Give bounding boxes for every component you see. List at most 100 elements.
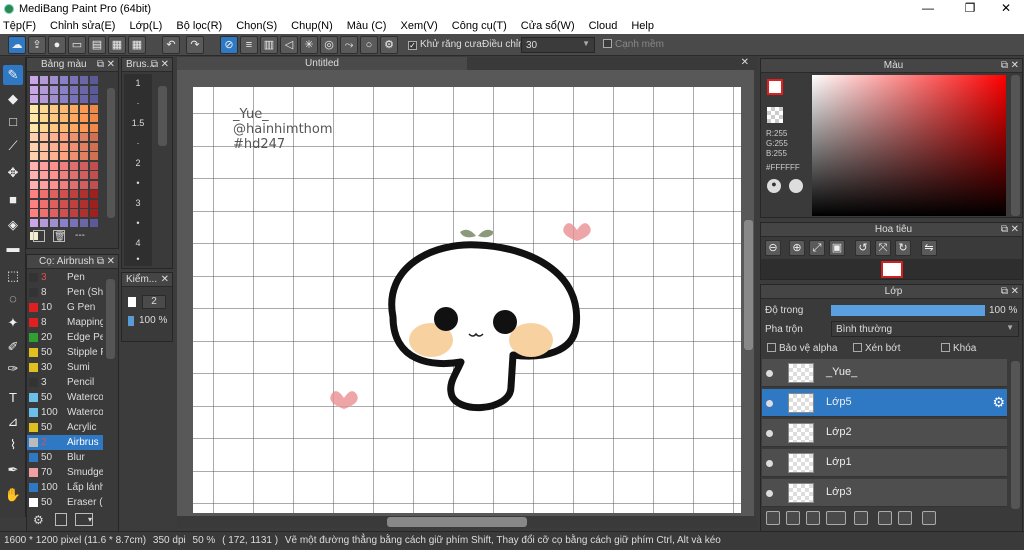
close-panel-icon[interactable]: ✕ bbox=[107, 255, 115, 269]
palette-swatch[interactable] bbox=[40, 180, 48, 189]
palette-swatch[interactable] bbox=[90, 142, 98, 151]
size-1[interactable]: 1 bbox=[124, 78, 152, 88]
palette-swatch[interactable] bbox=[60, 190, 68, 198]
cross-snap-icon[interactable]: ▥ bbox=[260, 36, 278, 54]
palette-swatch[interactable] bbox=[90, 180, 98, 189]
menu-cloud[interactable]: Cloud bbox=[589, 20, 618, 32]
palette-swatch[interactable] bbox=[90, 199, 98, 208]
menu-help[interactable]: Help bbox=[631, 20, 654, 32]
reset-rotate-icon[interactable]: ⤧ bbox=[875, 240, 891, 256]
palette-swatch[interactable] bbox=[40, 133, 48, 141]
palette-swatch[interactable] bbox=[80, 85, 88, 94]
palette-swatch[interactable] bbox=[60, 133, 68, 141]
visibility-icon[interactable] bbox=[766, 460, 773, 467]
palette-swatch[interactable] bbox=[50, 76, 58, 84]
new-halftone-layer-icon[interactable] bbox=[786, 511, 800, 525]
protect-alpha-option[interactable]: Bảo vệ alpha bbox=[767, 343, 837, 354]
palette-swatch[interactable] bbox=[30, 95, 38, 103]
palette-swatch[interactable] bbox=[70, 152, 78, 160]
palette-swatch[interactable] bbox=[60, 171, 68, 179]
menu-tools[interactable]: Công cụ(T) bbox=[452, 20, 507, 32]
brush-item[interactable]: 50 Eraser ( bbox=[27, 495, 103, 510]
cloud-icon[interactable]: ☁ bbox=[8, 36, 26, 54]
size-dot[interactable]: • bbox=[124, 178, 152, 188]
palette-swatch[interactable] bbox=[70, 104, 78, 113]
palette-swatch[interactable] bbox=[30, 190, 38, 198]
size-dot[interactable]: · bbox=[124, 138, 152, 148]
palette-swatch[interactable] bbox=[60, 85, 68, 94]
navigator-preview[interactable] bbox=[761, 259, 1022, 279]
new-layer-icon[interactable] bbox=[766, 511, 780, 525]
brush-item[interactable]: 3 Pencil bbox=[27, 375, 103, 390]
soft-edge-checkbox[interactable] bbox=[603, 39, 612, 48]
brush-item[interactable]: 70 Smudge bbox=[27, 465, 103, 480]
brush-settings-icon[interactable]: ⚙ bbox=[33, 513, 47, 527]
hand-tool-icon[interactable]: ✋ bbox=[3, 485, 23, 505]
actual-size-icon[interactable]: ▣ bbox=[829, 240, 845, 256]
parallel-snap-icon[interactable]: ≡ bbox=[240, 36, 258, 54]
palette-swatch[interactable] bbox=[60, 123, 68, 132]
brush-item[interactable]: 8 Pen (Sh bbox=[27, 285, 103, 300]
upload-icon[interactable]: ⇪ bbox=[28, 36, 46, 54]
brush-item[interactable]: 2 Airbrus bbox=[27, 435, 103, 450]
layer-row[interactable]: Lớp3 bbox=[762, 479, 1007, 507]
palette-swatch[interactable] bbox=[90, 161, 98, 170]
menu-layer[interactable]: Lớp(L) bbox=[129, 20, 162, 32]
palette-swatch[interactable] bbox=[90, 152, 98, 160]
palette-swatch[interactable] bbox=[70, 85, 78, 94]
palette-swatch[interactable] bbox=[60, 76, 68, 84]
palette-swatch[interactable] bbox=[80, 133, 88, 141]
palette-swatch[interactable] bbox=[80, 218, 88, 227]
palette-swatch[interactable] bbox=[70, 180, 78, 189]
close-panel-icon[interactable]: ✕ bbox=[161, 273, 169, 287]
menu-select[interactable]: Chọn(S) bbox=[236, 20, 277, 32]
close-panel-icon[interactable]: ✕ bbox=[161, 58, 169, 72]
palette-swatch[interactable] bbox=[30, 76, 38, 84]
palette-swatch[interactable] bbox=[80, 161, 88, 170]
palette-swatch[interactable] bbox=[90, 95, 98, 103]
delete-palette-icon[interactable]: 🗑 bbox=[53, 230, 65, 242]
primary-color-swatch[interactable] bbox=[767, 79, 783, 95]
palette-swatch[interactable] bbox=[40, 95, 48, 103]
minimize-button[interactable]: — bbox=[912, 0, 944, 17]
radial-snap-icon[interactable]: ✳ bbox=[300, 36, 318, 54]
palette-swatch[interactable] bbox=[50, 180, 58, 189]
palette-swatch[interactable] bbox=[80, 190, 88, 198]
palette-swatch[interactable] bbox=[60, 114, 68, 122]
canvas-area[interactable]: _Yue_ @hainhimthom #hd247 bbox=[177, 70, 754, 517]
palette-swatch[interactable] bbox=[80, 114, 88, 122]
close-panel-icon[interactable]: ✕ bbox=[1011, 223, 1019, 237]
rotate-left-icon[interactable]: ↺ bbox=[855, 240, 871, 256]
palette-swatch[interactable] bbox=[50, 114, 58, 122]
close-button[interactable]: ✕ bbox=[990, 0, 1022, 17]
save-icon[interactable]: ▤ bbox=[88, 36, 106, 54]
palette-swatch[interactable] bbox=[50, 171, 58, 179]
menu-color[interactable]: Màu (C) bbox=[347, 20, 387, 32]
color-square[interactable] bbox=[812, 75, 1006, 216]
menu-filter[interactable]: Bộ lọc(R) bbox=[176, 20, 222, 32]
palette-swatch[interactable] bbox=[50, 218, 58, 227]
palette-swatch[interactable] bbox=[70, 171, 78, 179]
antialias-option[interactable]: ✓ Khử răng cưa bbox=[408, 39, 482, 50]
layer-settings-icon[interactable]: ⚙ bbox=[992, 394, 1005, 411]
palette-swatch[interactable] bbox=[80, 123, 88, 132]
color-wheel-icon[interactable] bbox=[789, 179, 803, 193]
palette-swatch[interactable] bbox=[30, 133, 38, 141]
palette-swatch[interactable] bbox=[80, 152, 88, 160]
size-dot[interactable]: • bbox=[124, 254, 152, 264]
palette-swatch[interactable] bbox=[50, 152, 58, 160]
palette-swatch[interactable] bbox=[30, 142, 38, 151]
undock-icon[interactable]: ⧉ bbox=[1001, 285, 1008, 299]
canvas-tab[interactable]: Untitled bbox=[177, 57, 467, 71]
visibility-icon[interactable] bbox=[766, 430, 773, 437]
palette-swatch[interactable] bbox=[40, 104, 48, 113]
brush-opacity-value[interactable]: 100 % bbox=[139, 315, 167, 326]
palette-swatch[interactable] bbox=[80, 209, 88, 217]
menu-file[interactable]: Tệp(F) bbox=[3, 20, 36, 32]
palette-swatch[interactable] bbox=[60, 199, 68, 208]
menu-view[interactable]: Xem(V) bbox=[400, 20, 437, 32]
layer-row[interactable]: _Yue_ bbox=[762, 359, 1007, 387]
secondary-color-swatch[interactable] bbox=[767, 107, 783, 123]
color-scrollbar[interactable] bbox=[1011, 75, 1020, 216]
palette-swatch[interactable] bbox=[40, 218, 48, 227]
